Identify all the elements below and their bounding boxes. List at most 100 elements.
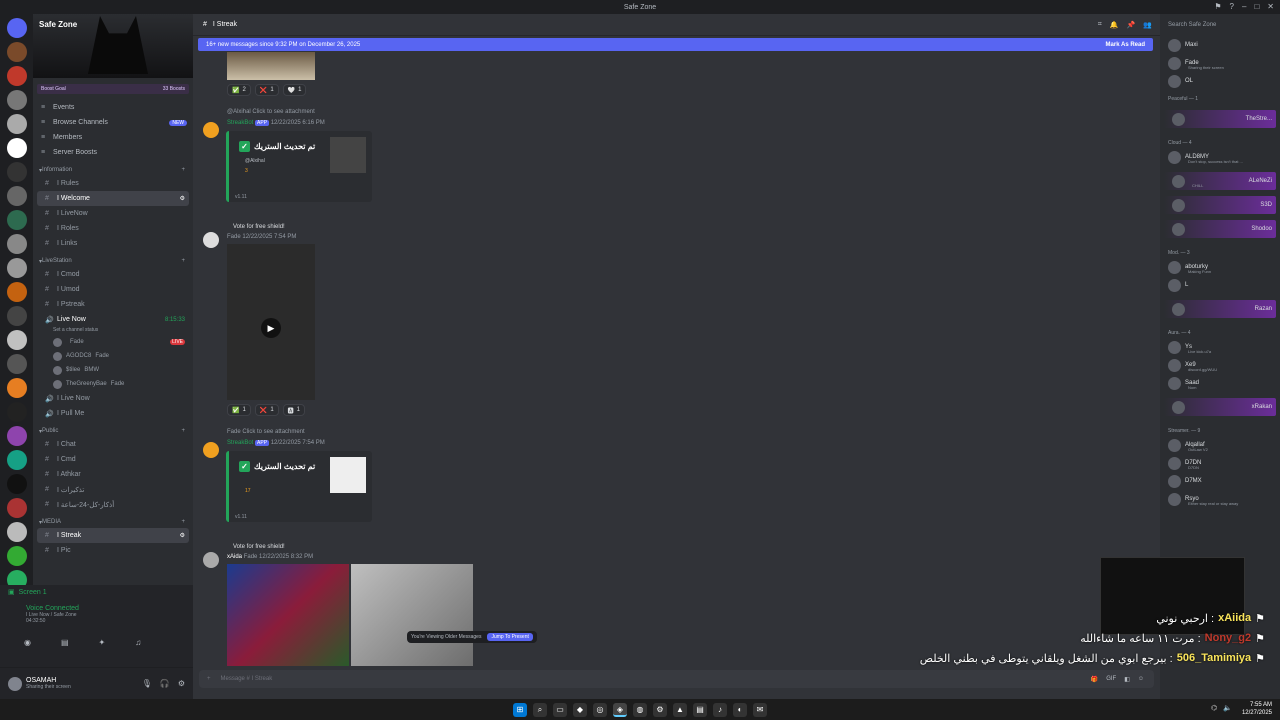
channel-item[interactable]: # I Roles bbox=[37, 221, 189, 236]
member-item[interactable]: OL bbox=[1160, 72, 1280, 90]
pin-icon[interactable]: 📌 bbox=[1127, 21, 1136, 29]
server-icon[interactable] bbox=[6, 90, 27, 110]
server-icon[interactable] bbox=[6, 234, 27, 254]
app-icon[interactable]: ✉ bbox=[753, 702, 767, 717]
member-item[interactable]: Maxi bbox=[1160, 36, 1280, 54]
soundboard-icon[interactable]: ♫ bbox=[135, 638, 141, 647]
close-icon[interactable]: ✕ bbox=[1267, 2, 1274, 11]
embed-thumbnail[interactable] bbox=[330, 457, 366, 493]
server-icon[interactable] bbox=[6, 450, 27, 470]
folder-icon[interactable]: ▭ bbox=[553, 702, 567, 717]
server-icon[interactable] bbox=[6, 354, 27, 374]
activity-icon[interactable]: ✦ bbox=[99, 638, 106, 647]
nav-browse-channels[interactable]: ≡ Browse Channels NEW bbox=[33, 115, 193, 130]
message-input[interactable]: Message # I Streak bbox=[221, 676, 273, 682]
voice-user[interactable]: Fade LIVE bbox=[33, 335, 193, 349]
channel-settings-icon[interactable]: ⚙ bbox=[180, 195, 185, 202]
steam-icon[interactable]: ⚙ bbox=[653, 702, 667, 717]
member-item[interactable]: Ys Live kick.u7a bbox=[1160, 338, 1280, 356]
author-name[interactable]: StreakBot bbox=[227, 440, 253, 446]
member-item[interactable]: xRakan bbox=[1164, 398, 1276, 416]
server-icon[interactable] bbox=[6, 306, 27, 326]
category-information[interactable]: ▾ Information + bbox=[33, 164, 193, 176]
message-image[interactable] bbox=[227, 52, 315, 80]
avatar[interactable] bbox=[8, 676, 22, 691]
reaction[interactable]: ❌ 1 bbox=[254, 404, 279, 416]
member-item[interactable]: Alqallaf OutLaw V2 bbox=[1160, 436, 1280, 454]
server-icon[interactable] bbox=[6, 42, 27, 62]
image-attachment[interactable] bbox=[351, 564, 473, 666]
avatar[interactable] bbox=[203, 552, 219, 568]
member-item[interactable]: D7MX bbox=[1160, 472, 1280, 490]
channel-item[interactable]: # I أذكار-كل-24-ساعة bbox=[37, 497, 189, 512]
server-icon[interactable] bbox=[6, 378, 27, 398]
avatar[interactable] bbox=[203, 442, 219, 458]
add-attachment-icon[interactable]: + bbox=[207, 676, 211, 682]
member-item[interactable]: Saad Nom bbox=[1160, 374, 1280, 392]
new-messages-bar[interactable]: 16+ new messages since 9:32 PM on Decemb… bbox=[198, 38, 1153, 51]
server-icon[interactable] bbox=[6, 162, 27, 182]
app-icon[interactable]: ◐ bbox=[733, 702, 747, 717]
network-icon[interactable]: ⌬ bbox=[1211, 704, 1217, 712]
camera-icon[interactable]: ◉ bbox=[24, 638, 31, 647]
embed-mention[interactable]: @Alxihal bbox=[245, 158, 265, 164]
member-item[interactable]: S3D bbox=[1164, 196, 1276, 214]
play-icon[interactable]: ▶ bbox=[261, 318, 281, 338]
start-icon[interactable]: ⊞ bbox=[513, 702, 527, 717]
username[interactable]: OSAMAH bbox=[26, 677, 71, 684]
server-icon[interactable] bbox=[6, 498, 27, 518]
spotify-icon[interactable]: ♪ bbox=[713, 702, 727, 717]
author-name[interactable]: xAida bbox=[227, 554, 242, 560]
member-item[interactable]: Shodoo bbox=[1164, 220, 1276, 238]
server-icon[interactable] bbox=[6, 282, 27, 302]
reaction[interactable]: ✅ 1 bbox=[227, 404, 251, 416]
voice-user[interactable]: AGODC8 Fade bbox=[33, 349, 193, 363]
member-item[interactable]: Razan bbox=[1164, 300, 1276, 318]
emoji-icon[interactable]: ☺ bbox=[1138, 676, 1144, 683]
search-icon[interactable]: ⌕ bbox=[533, 702, 547, 717]
add-channel-icon[interactable]: + bbox=[181, 428, 185, 434]
maximize-icon[interactable]: □ bbox=[1254, 2, 1259, 11]
vote-link[interactable]: Vote for free shield! bbox=[233, 224, 285, 230]
channel-item[interactable]: # I Athkar bbox=[37, 467, 189, 482]
server-icon[interactable] bbox=[6, 18, 27, 38]
add-channel-icon[interactable]: + bbox=[181, 167, 185, 173]
server-name[interactable]: Safe Zone bbox=[39, 20, 77, 29]
reaction[interactable]: 🤍 1 bbox=[282, 84, 307, 96]
channel-item[interactable]: # I Pic bbox=[37, 543, 189, 558]
channel-item[interactable]: # I Cmd bbox=[37, 452, 189, 467]
channel-item[interactable]: 🔊 I Pull Me bbox=[37, 406, 189, 421]
app-icon[interactable]: ▲ bbox=[673, 702, 687, 717]
inbox-icon[interactable]: ⚑ bbox=[1214, 2, 1221, 11]
category-public[interactable]: ▾ Public + bbox=[33, 425, 193, 437]
channel-item[interactable]: # I Links bbox=[37, 236, 189, 251]
server-icon[interactable] bbox=[6, 426, 27, 446]
voice-user[interactable]: TheGreenyBae Fade bbox=[33, 377, 193, 391]
reply-preview[interactable]: @Alxihal Click to see attachment bbox=[227, 109, 315, 115]
clock[interactable]: 7:55 AM 12/27/2025 bbox=[1242, 701, 1272, 717]
discord-icon[interactable]: ◈ bbox=[613, 702, 627, 717]
headphones-icon[interactable]: 🎧 bbox=[160, 679, 170, 688]
jump-to-present-button[interactable]: Jump To Present bbox=[487, 633, 533, 641]
member-list-icon[interactable]: 👥 bbox=[1143, 21, 1152, 29]
channel-item[interactable]: # I تذكيرات bbox=[37, 482, 189, 497]
microphone-icon[interactable]: 🎙 bbox=[142, 679, 152, 688]
sticker-icon[interactable]: ◧ bbox=[1124, 676, 1130, 683]
image-attachment[interactable] bbox=[227, 564, 349, 666]
browser-icon[interactable]: ◍ bbox=[633, 702, 647, 717]
chrome-icon[interactable]: ◎ bbox=[593, 702, 607, 717]
member-item[interactable]: ALeNeZi CHILL bbox=[1164, 172, 1276, 190]
author-name[interactable]: StreakBot bbox=[227, 120, 253, 126]
mark-as-read-button[interactable]: Mark As Read bbox=[1106, 42, 1145, 48]
channel-item[interactable]: 🔊 I Live Now bbox=[37, 391, 189, 406]
member-item[interactable]: D7DN D7DN bbox=[1160, 454, 1280, 472]
server-icon[interactable] bbox=[6, 402, 27, 422]
add-channel-icon[interactable]: + bbox=[181, 519, 185, 525]
member-item[interactable]: Xe9 discord.gg/WUU bbox=[1160, 356, 1280, 374]
channel-item[interactable]: # I Rules bbox=[37, 176, 189, 191]
screen-share-row[interactable]: ▣ Screen 1 bbox=[0, 585, 193, 599]
app-icon[interactable]: ◆ bbox=[573, 702, 587, 717]
reaction[interactable]: ❌ 1 bbox=[254, 84, 279, 96]
minimize-icon[interactable]: – bbox=[1242, 2, 1246, 11]
vote-link[interactable]: Vote for free shield! bbox=[233, 544, 285, 550]
